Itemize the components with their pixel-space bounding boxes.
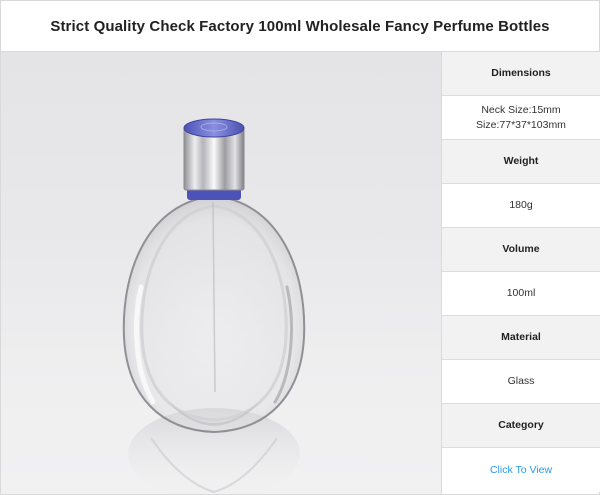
page-title: Strict Quality Check Factory 100ml Whole…: [50, 17, 550, 35]
spec-value-weight: 180g: [442, 184, 600, 228]
title-bar: Strict Quality Check Factory 100ml Whole…: [1, 1, 599, 52]
spec-value-material: Glass: [442, 360, 600, 404]
neck-size-value: Neck Size:15mm: [481, 103, 561, 116]
product-photo: [1, 52, 441, 494]
click-to-view-link[interactable]: Click To View: [490, 463, 552, 478]
perfume-bottle-image: [122, 118, 306, 494]
bottle-body: [122, 194, 306, 434]
spec-value-category: Click To View: [442, 448, 600, 492]
product-spec-card: Strict Quality Check Factory 100ml Whole…: [0, 0, 600, 495]
spec-label-material: Material: [442, 316, 600, 360]
spec-label-category: Category: [442, 404, 600, 448]
bottle-cap: [183, 118, 245, 191]
size-value: Size:77*37*103mm: [476, 118, 566, 131]
spec-value-dimensions: Neck Size:15mm Size:77*37*103mm: [442, 96, 600, 140]
spec-value-volume: 100ml: [442, 272, 600, 316]
spec-label-volume: Volume: [442, 228, 600, 272]
spec-table: Dimensions Neck Size:15mm Size:77*37*103…: [441, 52, 600, 494]
spec-label-weight: Weight: [442, 140, 600, 184]
spec-label-dimensions: Dimensions: [442, 52, 600, 96]
